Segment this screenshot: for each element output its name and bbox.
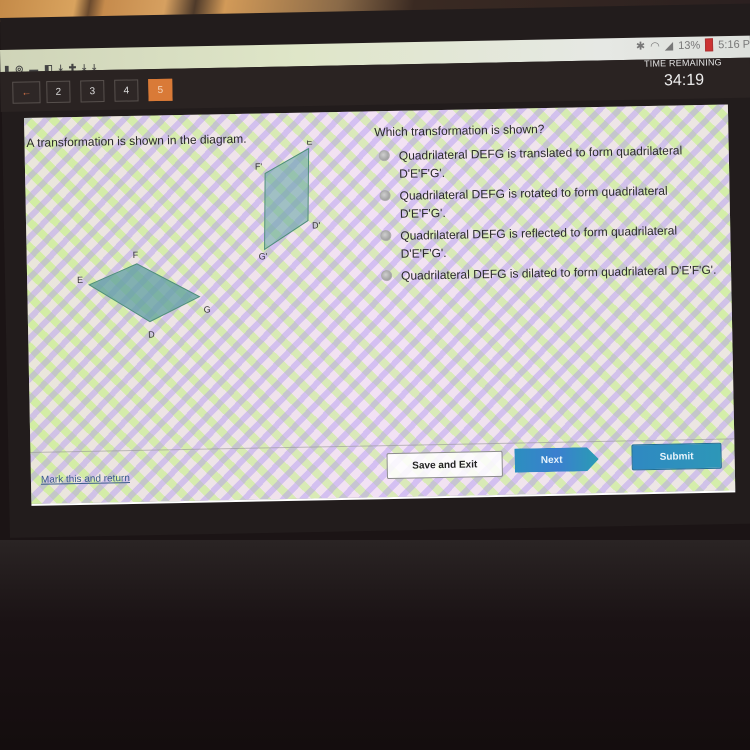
vertex-label-g: G xyxy=(204,304,211,314)
transformation-diagram: E F G D E' F' D' G' xyxy=(77,140,321,340)
vertex-label-g-prime: G' xyxy=(259,251,268,261)
submit-button[interactable]: Submit xyxy=(631,442,722,471)
radio-button[interactable] xyxy=(378,149,390,162)
question-prompt: Which transformation is shown? xyxy=(374,122,545,140)
vertex-label-f-prime: F' xyxy=(255,161,263,171)
back-arrow-icon: ← xyxy=(21,86,32,99)
choice-translated[interactable]: Quadrilateral DEFG is translated to form… xyxy=(375,141,716,184)
vertex-label-d-prime: D' xyxy=(312,220,321,230)
question-5-button[interactable]: 5 xyxy=(148,78,173,102)
mark-and-return-link[interactable]: Mark this and return xyxy=(41,473,130,486)
battery-percent: 13% xyxy=(678,39,701,52)
radio-button[interactable] xyxy=(380,229,392,242)
footer-divider xyxy=(30,438,735,453)
quadrilateral-defg xyxy=(88,263,201,323)
choice-text: Quadrilateral DEFG is rotated to form qu… xyxy=(399,183,668,221)
radio-button[interactable] xyxy=(379,189,391,202)
question-4-button[interactable]: 4 xyxy=(114,79,139,102)
vertex-label-e-prime: E' xyxy=(306,140,314,147)
choice-dilated[interactable]: Quadrilateral DEFG is dilated to form qu… xyxy=(377,261,717,286)
choice-text: Quadrilateral DEFG is reflected to form … xyxy=(400,223,678,261)
back-button[interactable]: ← xyxy=(12,81,41,104)
choice-text: Quadrilateral DEFG is translated to form… xyxy=(398,143,683,181)
question-2-button[interactable]: 2 xyxy=(46,80,71,104)
bluetooth-icon: ✱ xyxy=(635,40,646,53)
vertex-label-d: D xyxy=(148,330,155,340)
question-panel: A transformation is shown in the diagram… xyxy=(24,104,736,506)
wifi-icon: ◠ xyxy=(650,40,660,53)
save-and-exit-button[interactable]: Save and Exit xyxy=(386,450,503,480)
vertex-label-f: F xyxy=(133,250,139,260)
timer-label: TIME REMAINING xyxy=(644,57,723,69)
choice-text: Quadrilateral DEFG is dilated to form qu… xyxy=(400,262,717,283)
signal-icon: ◢ xyxy=(664,40,674,53)
choice-rotated[interactable]: Quadrilateral DEFG is rotated to form qu… xyxy=(375,181,716,224)
question-3-button[interactable]: 3 xyxy=(80,80,105,103)
battery-icon xyxy=(705,38,714,52)
timer-value: 34:19 xyxy=(663,71,705,90)
radio-button[interactable] xyxy=(380,269,393,282)
clock: 5:16 P xyxy=(718,38,750,51)
system-status: ✱ ◠ ◢ 13% 5:16 P xyxy=(636,38,750,53)
next-button[interactable]: Next xyxy=(514,447,598,473)
vertex-label-e: E xyxy=(77,275,83,285)
quadrilateral-d-e-f-g-prime xyxy=(264,147,310,251)
answer-choices: Quadrilateral DEFG is translated to form… xyxy=(375,141,718,290)
choice-reflected[interactable]: Quadrilateral DEFG is reflected to form … xyxy=(376,221,717,264)
monitor-bezel xyxy=(0,540,750,750)
